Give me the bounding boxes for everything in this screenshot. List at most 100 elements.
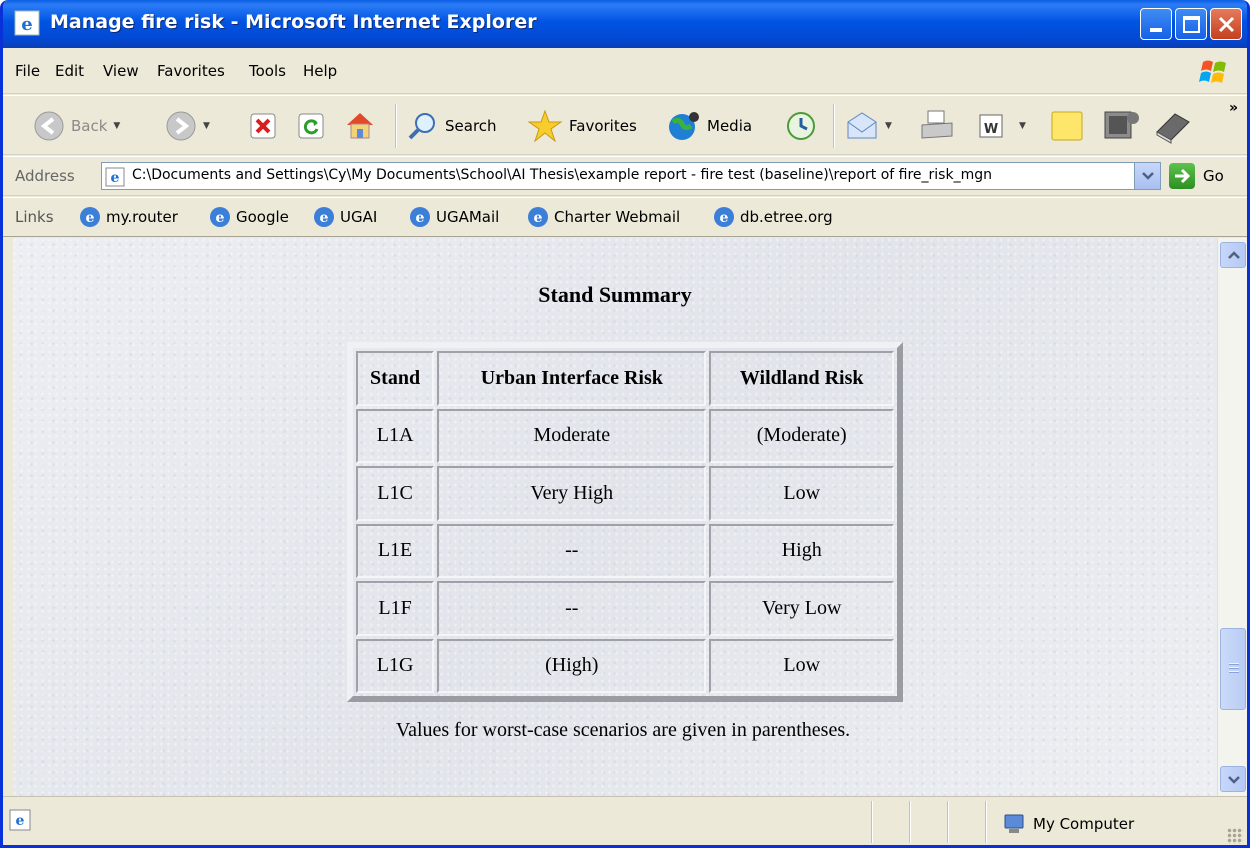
table-caption: Values for worst-case scenarios are give… — [395, 719, 851, 741]
vertical-scrollbar[interactable] — [1217, 238, 1247, 796]
links-label: Links — [15, 208, 54, 226]
scroll-down-button[interactable] — [1220, 766, 1246, 792]
table-row: L1F -- Very Low — [356, 581, 894, 636]
favorites-label: Favorites — [569, 117, 637, 135]
svg-text:W: W — [984, 122, 998, 137]
media-button[interactable]: Media — [667, 110, 752, 142]
standard-toolbar: Back ▼ ▼ Search Favorites Media ▼ W ▼ » — [3, 95, 1247, 155]
table-cell: -- — [437, 523, 707, 578]
forward-button[interactable]: ▼ — [165, 110, 210, 142]
svg-text:e: e — [111, 170, 120, 186]
link-label: Charter Webmail — [554, 208, 681, 226]
maximize-button[interactable] — [1175, 8, 1207, 40]
menu-help[interactable]: Help — [303, 62, 337, 80]
toolbar-overflow-chevron[interactable]: » — [1229, 100, 1238, 116]
link-db-etree[interactable]: e db.etree.org — [713, 206, 833, 228]
note-icon[interactable] — [1049, 108, 1085, 144]
chevron-down-icon[interactable]: ▼ — [885, 121, 892, 131]
edit-button[interactable]: W ▼ — [977, 112, 1026, 140]
scroll-up-button[interactable] — [1220, 242, 1246, 268]
address-label: Address — [15, 167, 75, 185]
go-button[interactable]: Go — [1169, 163, 1224, 189]
page-content: Stand Summary Stand Urban Interface Risk… — [13, 238, 1217, 796]
menu-favorites[interactable]: Favorites — [157, 62, 225, 80]
mail-button[interactable]: ▼ — [845, 110, 892, 142]
table-cell: -- — [437, 581, 707, 636]
ie-icon: e — [14, 10, 40, 36]
svg-text:e: e — [534, 210, 543, 226]
links-bar: Links e my.router e Google e UGAI e UGAM… — [3, 197, 1247, 237]
svg-text:e: e — [16, 813, 25, 829]
printer-icon[interactable] — [919, 108, 955, 144]
minimize-button[interactable] — [1140, 8, 1172, 40]
link-my-router[interactable]: e my.router — [79, 206, 178, 228]
go-arrow-icon — [1169, 163, 1195, 189]
windows-logo-icon — [1199, 60, 1226, 83]
media-label: Media — [707, 117, 753, 135]
messenger-icon[interactable] — [1101, 106, 1141, 144]
ie-icon: e — [80, 207, 100, 227]
status-bar: e My Computer — [3, 796, 1247, 845]
ie-page-icon: e — [105, 167, 125, 187]
menu-edit[interactable]: Edit — [55, 62, 84, 80]
star-icon — [527, 109, 563, 143]
link-ugamail[interactable]: e UGAMail — [409, 206, 499, 228]
link-label: my.router — [106, 208, 178, 226]
title-bar[interactable]: e Manage fire risk - Microsoft Internet … — [3, 0, 1247, 48]
link-ugai[interactable]: e UGAI — [313, 206, 377, 228]
status-pane — [947, 801, 949, 843]
book-icon[interactable] — [1153, 108, 1193, 144]
table-cell: (High) — [437, 638, 707, 693]
table-cell: Moderate — [437, 408, 707, 463]
resize-grip[interactable] — [1227, 828, 1243, 844]
link-label: db.etree.org — [740, 208, 833, 226]
link-label: UGAI — [340, 208, 378, 226]
table-cell: Low — [709, 638, 894, 693]
close-button[interactable] — [1210, 8, 1242, 40]
history-icon[interactable] — [785, 110, 817, 142]
column-header: Stand — [356, 351, 435, 406]
favorites-button[interactable]: Favorites — [527, 108, 637, 144]
link-charter-webmail[interactable]: e Charter Webmail — [527, 206, 680, 228]
word-icon: W — [979, 114, 1003, 138]
stand-summary-table-frame: Stand Urban Interface Risk Wildland Risk… — [347, 342, 903, 702]
chevron-down-icon[interactable]: ▼ — [203, 121, 210, 131]
link-google[interactable]: e Google — [209, 206, 289, 228]
address-dropdown-button[interactable] — [1134, 163, 1160, 189]
table-cell: (Moderate) — [709, 408, 894, 463]
media-icon — [669, 112, 699, 140]
window-title: Manage fire risk - Microsoft Internet Ex… — [50, 11, 537, 33]
table-cell: Very High — [437, 466, 707, 521]
table-header-row: Stand Urban Interface Risk Wildland Risk — [356, 351, 894, 406]
ie-icon: e — [714, 207, 734, 227]
ie-icon: e — [314, 207, 334, 227]
stop-icon[interactable] — [249, 112, 277, 140]
search-icon — [408, 113, 435, 140]
table-cell: L1E — [356, 523, 435, 578]
ie-icon: e — [410, 207, 430, 227]
home-icon[interactable] — [343, 108, 377, 142]
menu-tools[interactable]: Tools — [249, 62, 286, 80]
column-header: Urban Interface Risk — [437, 351, 707, 406]
scroll-thumb[interactable] — [1220, 628, 1246, 710]
mail-icon — [847, 112, 877, 139]
table-cell: L1F — [356, 581, 435, 636]
menu-file[interactable]: File — [15, 62, 40, 80]
chevron-down-icon — [1228, 776, 1240, 784]
address-url[interactable]: C:\Documents and Settings\Cy\My Document… — [132, 167, 1132, 183]
table-cell: L1A — [356, 408, 435, 463]
chevron-down-icon — [1142, 172, 1154, 180]
chevron-down-icon[interactable]: ▼ — [113, 121, 120, 131]
menu-view[interactable]: View — [103, 62, 139, 80]
chevron-down-icon[interactable]: ▼ — [1019, 121, 1026, 131]
ie-icon: e — [528, 207, 548, 227]
svg-text:e: e — [86, 210, 95, 226]
ie-page-icon: e — [9, 809, 31, 831]
search-button[interactable]: Search — [407, 110, 497, 142]
close-icon — [1218, 16, 1235, 33]
forward-arrow-icon — [166, 111, 196, 141]
back-button[interactable]: Back ▼ — [33, 110, 120, 142]
search-label: Search — [445, 117, 497, 135]
refresh-icon[interactable] — [297, 112, 325, 140]
address-input[interactable]: e C:\Documents and Settings\Cy\My Docume… — [101, 162, 1161, 190]
